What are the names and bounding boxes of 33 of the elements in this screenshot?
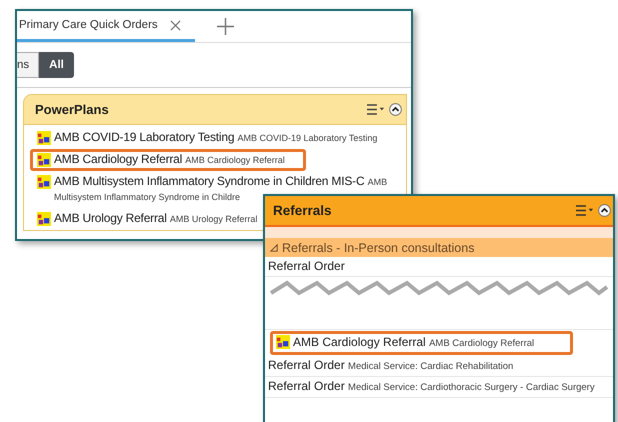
tab[interactable]: Primary Care Quick Orders bbox=[17, 11, 195, 42]
order-set-icon bbox=[37, 131, 51, 145]
order-set-icon bbox=[276, 335, 290, 349]
filter-button[interactable]: ns bbox=[17, 52, 40, 78]
collapse-icon[interactable] bbox=[598, 204, 611, 217]
referral-text: Referral Order bbox=[268, 258, 345, 275]
powerplan-text: AMB Multisystem Inflammatory Syndrome in Children MIS-C AMB bbox=[54, 174, 388, 190]
powerplan-row[interactable]: AMB COVID-19 Laboratory Testing AMB COVID-19 Laboratory Testing bbox=[30, 127, 404, 149]
expanded-triangle-icon bbox=[270, 244, 278, 252]
filter-button[interactable]: All bbox=[39, 52, 74, 78]
group-header[interactable]: Referrals - In-Person consultations bbox=[265, 238, 613, 257]
powerplan-detail-text: Multisystem Inflammatory Syndrome in Childre bbox=[54, 191, 240, 204]
powerplan-text: AMB Cardiology Referral AMB Cardiology Referral bbox=[54, 152, 285, 168]
collapse-icon[interactable] bbox=[389, 103, 402, 116]
referral-row[interactable]: AMB Cardiology Referral AMB Cardiology Referral bbox=[270, 331, 573, 355]
referral-row[interactable]: Referral Order bbox=[265, 257, 613, 277]
powerplan-text: AMB Urology Referral AMB Urology Referral bbox=[54, 211, 258, 227]
powerplan-row[interactable]: AMB Cardiology Referral AMB Cardiology Referral bbox=[30, 149, 306, 171]
referral-row[interactable]: Referral Order Medical Service: Cardiac Rehabilitation bbox=[265, 356, 613, 377]
order-set-icon bbox=[37, 153, 51, 167]
panel-title: Referrals bbox=[273, 203, 333, 218]
order-set-icon bbox=[37, 175, 51, 189]
referral-text: AMB Cardiology Referral AMB Cardiology Referral bbox=[293, 334, 534, 351]
powerplan-text: AMB COVID-19 Laboratory Testing AMB COVID-19 Laboratory Testing bbox=[54, 130, 378, 146]
referral-text: Referral Order Medical Service: Cardiothoracic Surgery - Cardiac Surgery bbox=[268, 378, 595, 395]
menu-icon[interactable] bbox=[367, 104, 385, 115]
plus-icon[interactable] bbox=[216, 18, 234, 35]
referral-row[interactable]: Referral Order Medical Service: Cardiothoracic Surgery - Cardiac Surgery bbox=[265, 377, 613, 398]
close-icon[interactable] bbox=[170, 20, 181, 30]
order-set-icon bbox=[37, 212, 51, 226]
menu-icon[interactable] bbox=[576, 205, 594, 216]
referral-text: Referral Order Medical Service: Cardiac Rehabilitation bbox=[268, 357, 514, 374]
panel-title: PowerPlans bbox=[35, 102, 110, 117]
